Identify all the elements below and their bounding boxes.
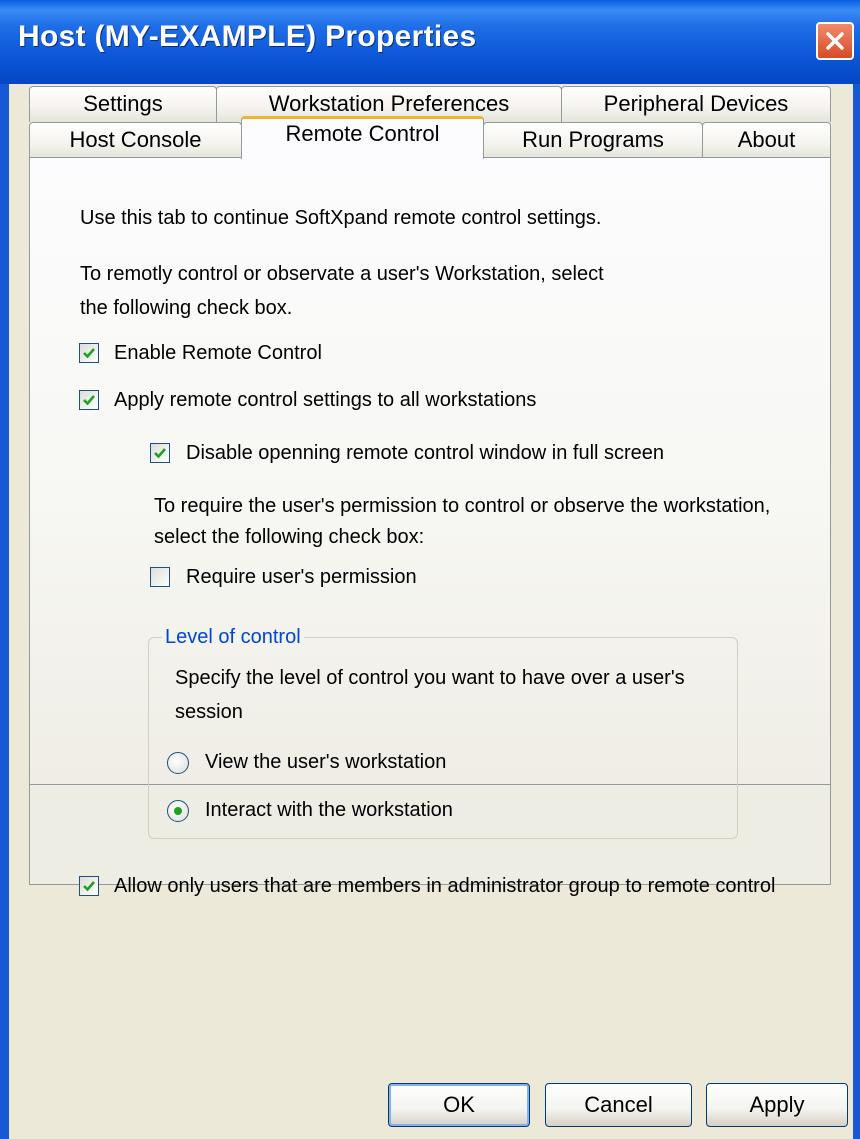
apply-all-workstations-label[interactable]: Apply remote control settings to all wor… [114, 382, 536, 418]
close-icon [826, 32, 844, 50]
tab-label: About [737, 127, 796, 152]
checkmark-icon [83, 881, 95, 892]
radio-selected-dot [174, 807, 182, 815]
checkmark-icon [154, 448, 166, 459]
tab-label: Remote Control [285, 121, 440, 146]
tab-label: Workstation Preferences [268, 91, 510, 116]
tab-label: Peripheral Devices [603, 91, 789, 116]
checkmark-icon [83, 348, 95, 359]
interact-workstation-label[interactable]: Interact with the workstation [205, 792, 453, 828]
properties-dialog: Host (MY-EXAMPLE) Properties Settings Wo… [0, 0, 860, 1139]
require-permission-checkbox[interactable] [150, 567, 170, 587]
tab-label: Settings [83, 91, 163, 116]
tab-host-console[interactable]: Host Console [29, 122, 242, 158]
view-workstation-label[interactable]: View the user's workstation [205, 744, 446, 780]
window-title: Host (MY-EXAMPLE) Properties [18, 20, 477, 53]
tab-run-programs[interactable]: Run Programs [483, 122, 703, 158]
checkmark-icon [83, 395, 95, 406]
view-workstation-radio[interactable] [167, 752, 189, 774]
apply-button[interactable]: Apply [706, 1083, 848, 1127]
interact-workstation-radio[interactable] [167, 800, 189, 822]
enable-remote-control-label[interactable]: Enable Remote Control [114, 335, 322, 371]
tab-remote-control[interactable]: Remote Control [241, 116, 484, 159]
description-text-line2: the following check box. [80, 297, 293, 319]
description-text: To remotly control or observate a user's… [80, 263, 604, 285]
require-permission-label[interactable]: Require user's permission [186, 559, 417, 595]
admin-only-label[interactable]: Allow only users that are members in adm… [114, 868, 775, 904]
permission-description-line2: select the following check box: [154, 526, 425, 548]
level-of-control-description: Specify the level of control you want to… [175, 667, 685, 689]
title-bar[interactable]: Host (MY-EXAMPLE) Properties [0, 0, 860, 84]
enable-remote-control-checkbox[interactable] [79, 343, 99, 363]
window-border-right [853, 84, 860, 1139]
apply-all-workstations-checkbox[interactable] [79, 390, 99, 410]
tab-settings[interactable]: Settings [29, 86, 217, 122]
intro-text: Use this tab to continue SoftXpand remot… [80, 207, 602, 229]
level-of-control-description-line2: session [175, 701, 243, 723]
disable-fullscreen-checkbox[interactable] [150, 443, 170, 463]
ok-button[interactable]: OK [388, 1083, 530, 1127]
tab-label: Host Console [69, 127, 202, 152]
admin-only-checkbox[interactable] [79, 876, 99, 896]
close-button[interactable] [816, 22, 854, 60]
level-of-control-title: Level of control [162, 622, 304, 652]
window-border-left [0, 84, 9, 1139]
tab-label: Run Programs [522, 127, 664, 152]
tab-about[interactable]: About [702, 122, 831, 158]
disable-fullscreen-label[interactable]: Disable openning remote control window i… [186, 435, 664, 471]
tab-peripheral-devices[interactable]: Peripheral Devices [561, 86, 831, 122]
cancel-button[interactable]: Cancel [545, 1083, 692, 1127]
